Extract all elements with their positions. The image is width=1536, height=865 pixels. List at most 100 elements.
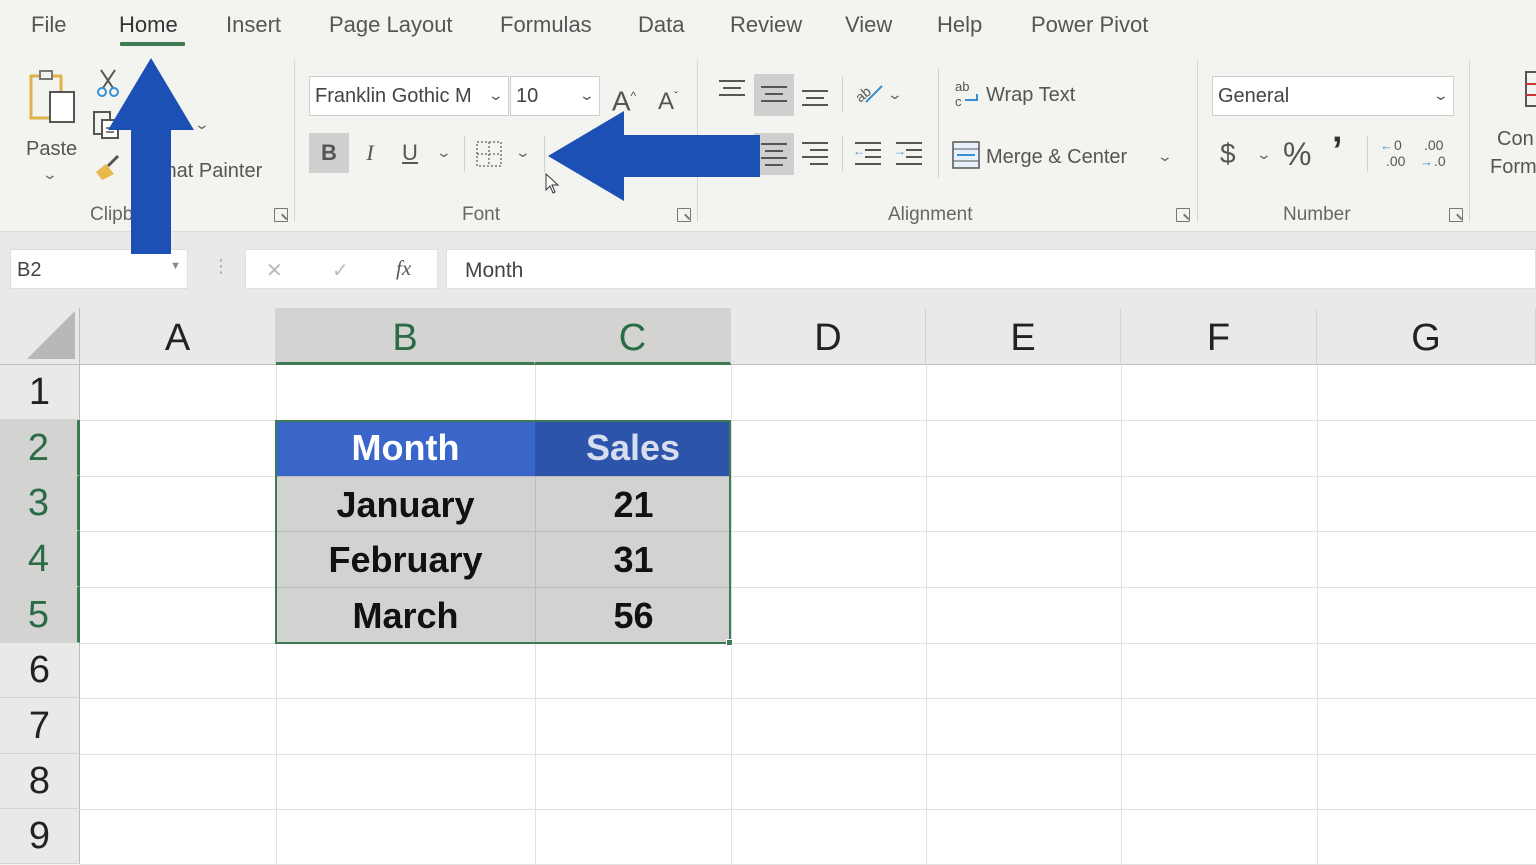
annotation-arrow-up-shaft	[131, 118, 171, 254]
merge-dropdown-chevron-icon[interactable]: ⌄	[1157, 148, 1173, 165]
currency-dropdown-chevron-icon[interactable]: ⌄	[1256, 146, 1272, 163]
column-header-d[interactable]: D	[731, 308, 926, 365]
cancel-icon[interactable]: ✕	[266, 258, 283, 283]
paste-label: Paste	[26, 138, 78, 160]
table-header-cell[interactable]: Sales	[535, 420, 731, 476]
decrease-font-size-button[interactable]: Aˇ	[648, 76, 688, 116]
align-right-button[interactable]	[800, 140, 830, 166]
merge-center-button[interactable]: Merge & Center ⌄	[951, 138, 1181, 174]
middle-align-button[interactable]	[754, 74, 794, 116]
row-header-4[interactable]: 4	[0, 531, 80, 587]
table-cell[interactable]: 56	[535, 587, 731, 643]
column-header-b[interactable]: B	[276, 308, 535, 365]
row-header-6[interactable]: 6	[0, 643, 80, 698]
column-header-f[interactable]: F	[1121, 308, 1317, 365]
number-format-select[interactable]: General ⌄	[1212, 76, 1454, 116]
separator	[842, 136, 843, 172]
underline-dropdown-chevron-icon[interactable]: ⌄	[436, 144, 452, 161]
center-align-button[interactable]	[754, 133, 794, 175]
table-cell[interactable]: 21	[535, 476, 731, 531]
increase-decimal-icon[interactable]: ← 0 .00	[1378, 136, 1410, 170]
paste-dropdown-chevron-icon[interactable]: ⌄	[42, 166, 58, 183]
comma-style-button[interactable]: ’	[1332, 130, 1343, 173]
table-header-cell[interactable]: Month	[276, 420, 535, 476]
insert-function-icon[interactable]: fx	[396, 256, 411, 281]
select-all-button[interactable]	[0, 308, 80, 365]
formula-value: Month	[465, 259, 524, 282]
currency-button[interactable]: $	[1220, 138, 1236, 170]
row-header-7[interactable]: 7	[0, 698, 80, 754]
tab-help[interactable]: Help	[937, 12, 982, 38]
svg-text:.0: .0	[1434, 153, 1446, 169]
row-header-9[interactable]: 9	[0, 809, 80, 864]
tab-review[interactable]: Review	[730, 12, 802, 38]
tab-data[interactable]: Data	[638, 12, 684, 38]
clipboard-dialog-launcher-icon[interactable]	[274, 208, 288, 222]
separator	[1367, 136, 1368, 172]
tab-page-layout[interactable]: Page Layout	[329, 12, 453, 38]
underline-button[interactable]: U	[390, 133, 430, 173]
column-header-g[interactable]: G	[1317, 308, 1536, 365]
formula-bar-grip-icon[interactable]: ⋮	[212, 256, 230, 277]
tab-file[interactable]: File	[31, 12, 66, 38]
copy-dropdown-chevron-icon[interactable]: ⌄	[194, 116, 210, 133]
borders-dropdown-chevron-icon[interactable]: ⌄	[515, 144, 531, 161]
row-header-3[interactable]: 3	[0, 476, 80, 531]
row-header-2[interactable]: 2	[0, 420, 80, 476]
row-header-8[interactable]: 8	[0, 754, 80, 809]
font-name-select[interactable]: Franklin Gothic M ⌄	[309, 76, 509, 116]
chevron-down-icon: ⌄	[487, 87, 505, 103]
number-format-value: General	[1218, 85, 1290, 107]
fill-handle[interactable]	[726, 639, 733, 646]
annotation-arrow-left-icon	[548, 111, 624, 201]
tab-formulas[interactable]: Formulas	[500, 12, 592, 38]
paste-button[interactable]: Paste ⌄	[24, 64, 80, 182]
column-header-a[interactable]: A	[80, 308, 276, 365]
percent-button[interactable]: %	[1283, 136, 1311, 173]
conditional-formatting-label-line2: Form	[1490, 156, 1536, 178]
name-box[interactable]: B2 ▼	[10, 249, 188, 289]
svg-text:.00: .00	[1386, 153, 1406, 169]
increase-font-size-button[interactable]: A^	[604, 76, 644, 116]
formula-input[interactable]: Month	[446, 249, 1536, 289]
separator	[842, 76, 843, 112]
formula-bar: B2 ▼ ⋮ ✕ ✓ fx Month	[0, 232, 1536, 308]
bold-button[interactable]: B	[309, 133, 349, 173]
bottom-align-button[interactable]	[800, 86, 830, 112]
alignment-dialog-launcher-icon[interactable]	[1176, 208, 1190, 222]
table-cell[interactable]: 31	[535, 531, 731, 587]
top-align-button[interactable]	[717, 78, 747, 104]
table-cell[interactable]: March	[276, 587, 535, 643]
italic-button[interactable]: I	[350, 133, 390, 173]
row-header-5[interactable]: 5	[0, 587, 80, 643]
name-box-value: B2	[17, 259, 42, 281]
annotation-arrow-left-shaft	[615, 135, 760, 177]
decrease-indent-button[interactable]: ←	[853, 140, 883, 166]
table-cell[interactable]: February	[276, 531, 535, 587]
borders-icon[interactable]	[475, 140, 503, 168]
tab-insert[interactable]: Insert	[226, 12, 281, 38]
gridline-horizontal	[80, 698, 1536, 699]
column-header-c[interactable]: C	[535, 308, 731, 365]
font-size-select[interactable]: 10 ⌄	[510, 76, 600, 116]
wrap-text-button[interactable]: ab c Wrap Text	[953, 78, 1093, 114]
wrap-text-icon: ab c	[955, 79, 978, 109]
number-dialog-launcher-icon[interactable]	[1449, 208, 1463, 222]
column-header-e[interactable]: E	[926, 308, 1121, 365]
row-header-1[interactable]: 1	[0, 365, 80, 420]
font-dialog-launcher-icon[interactable]	[677, 208, 691, 222]
orientation-dropdown-chevron-icon[interactable]: ⌄	[887, 86, 903, 103]
table-cell[interactable]: January	[276, 476, 535, 531]
tab-view[interactable]: View	[845, 12, 892, 38]
enter-icon[interactable]: ✓	[332, 258, 349, 283]
font-group-label: Font	[462, 204, 501, 225]
svg-text:ab: ab	[955, 79, 969, 94]
increase-indent-button[interactable]: →	[894, 140, 924, 166]
format-painter-icon[interactable]	[92, 152, 124, 182]
group-separator	[1197, 60, 1198, 222]
gridline-vertical	[1317, 365, 1318, 864]
orientation-icon[interactable]: ab	[852, 78, 886, 108]
tab-home[interactable]: Home	[119, 12, 178, 38]
tab-power-pivot[interactable]: Power Pivot	[1031, 12, 1148, 38]
decrease-decimal-icon[interactable]: .00 → .0	[1418, 136, 1450, 170]
